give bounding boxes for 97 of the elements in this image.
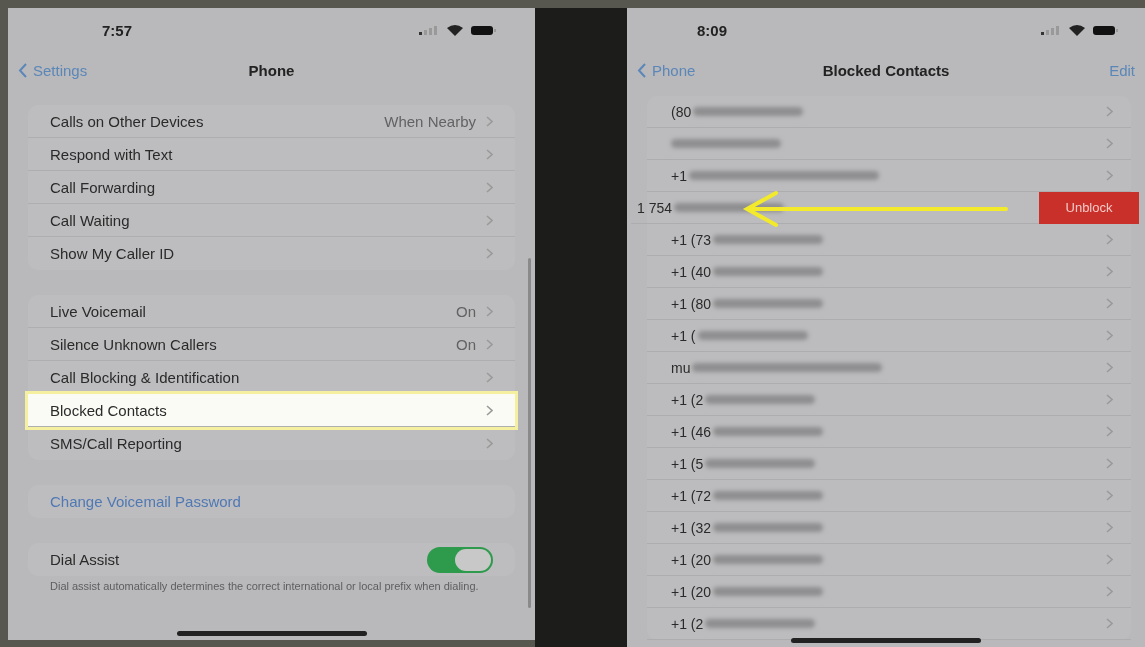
settings-row[interactable]: Blocked Contacts [28,394,515,427]
contact-number: 1 754 [637,199,673,216]
chevron-icon [486,248,493,259]
settings-row[interactable]: SMS/Call Reporting [28,427,515,460]
row-label: Respond with Text [50,145,173,163]
chevron-icon [1106,522,1113,533]
chevron-icon [1106,330,1113,341]
row-label: Blocked Contacts [50,401,167,419]
contact-number: +1 (73 [671,231,712,248]
row-label: Calls on Other Devices [50,112,204,130]
contact-row[interactable]: +1 (20 [647,544,1131,576]
contact-row[interactable]: +1 (80 [647,288,1131,320]
footer-note: Dial assist automatically determines the correct international or local prefix when dialing. [50,580,480,593]
toggle-switch[interactable] [427,546,493,573]
row-label: Call Forwarding [50,178,156,196]
status-time: 7:57 [102,21,133,39]
chevron-icon [486,338,493,350]
row-label: Call Blocking & Identification [50,368,240,386]
back-chevron-icon [637,62,646,78]
contact-number: +1 (2 [671,391,704,408]
chevron-icon [1106,362,1113,373]
contact-number: (80 [671,103,692,120]
wifi-icon [1069,24,1085,36]
settings-row[interactable]: Call Waiting [28,204,515,237]
chevron-icon [1106,394,1113,405]
contact-row[interactable]: +1 (32 [647,512,1131,544]
settings-row[interactable]: Show My Caller ID [28,237,515,270]
contact-row[interactable]: +1 (46 [647,416,1131,448]
chevron-icon [486,115,493,127]
contact-number: +1 (46 [671,423,712,440]
contact-row[interactable]: +1 (72 [647,480,1131,512]
chevron-icon [1106,490,1113,501]
contact-row[interactable]: +1 (20 [647,576,1131,608]
battery-icon [471,24,497,36]
unblock-button[interactable]: Unblock [1039,191,1139,224]
contact-number: +1 ( [671,327,696,344]
row-label: SMS/Call Reporting [50,435,182,452]
contact-number: +1 (20 [671,583,712,600]
chevron-icon [1106,298,1113,309]
contact-row[interactable]: 1 754 Unblock [631,192,1139,224]
chevron-icon [1106,586,1113,597]
chevron-icon [486,148,493,160]
signal-icon [1041,25,1061,35]
contact-row[interactable]: +1 (40 [647,256,1131,288]
row-label: Show My Caller ID [50,245,175,262]
row-value: On [456,302,476,320]
settings-row[interactable]: Dial Assist [28,543,515,576]
battery-icon [1093,24,1119,36]
row-label: Change Voicemail Password [50,493,241,510]
settings-row[interactable]: Live Voicemail On [28,295,515,328]
contact-row[interactable]: mu [647,352,1131,384]
row-value: On [456,335,476,353]
settings-row[interactable]: Calls on Other Devices When Nearby [28,105,515,138]
contact-number: +1 (40 [671,263,712,280]
back-chevron-icon [18,62,27,78]
settings-row[interactable]: Respond with Text [28,138,515,171]
contact-number: mu [671,359,691,376]
row-value: When Nearby [384,112,476,130]
contact-row[interactable]: +1 ( [647,320,1131,352]
chevron-icon [1106,234,1113,245]
contact-row[interactable]: (80 [647,96,1131,128]
contact-row[interactable]: +1 (2 [647,384,1131,416]
contact-row[interactable]: +1 [647,160,1131,192]
nav-title: Blocked Contacts [822,61,950,79]
chevron-icon [1106,170,1113,181]
chevron-icon [1106,554,1113,565]
chevron-icon [486,214,493,226]
chevron-icon [1106,266,1113,277]
contact-number: +1 (80 [671,295,712,312]
wifi-icon [447,24,463,36]
chevron-icon [1106,458,1113,469]
status-time: 8:09 [697,21,728,39]
signal-icon [419,25,439,35]
chevron-icon [486,371,493,383]
row-label: Live Voicemail [50,302,146,320]
chevron-icon [486,404,493,416]
row-label: Silence Unknown Callers [50,335,217,353]
settings-row[interactable]: Call Forwarding [28,171,515,204]
chevron-icon [1106,618,1113,629]
contact-number: +1 (72 [671,487,712,504]
nav-title: Phone [248,61,295,79]
chevron-icon [486,181,493,193]
contact-number: +1 (32 [671,519,712,536]
contact-number: +1 [671,167,687,184]
chevron-icon [1106,138,1113,149]
contact-number: +1 (5 [671,455,704,472]
chevron-icon [486,438,493,449]
contact-row[interactable]: +1 (73 [647,224,1131,256]
chevron-icon [1106,106,1113,117]
settings-row[interactable]: Silence Unknown Callers On [28,328,515,361]
contact-number: +1 (20 [671,551,712,568]
chevron-icon [1106,426,1113,437]
contact-number: +1 (2 [671,615,704,632]
chevron-icon [486,305,493,317]
contact-row[interactable]: +1 (5 [647,448,1131,480]
row-label: Dial Assist [50,551,120,568]
row-label: Call Waiting [50,211,130,229]
